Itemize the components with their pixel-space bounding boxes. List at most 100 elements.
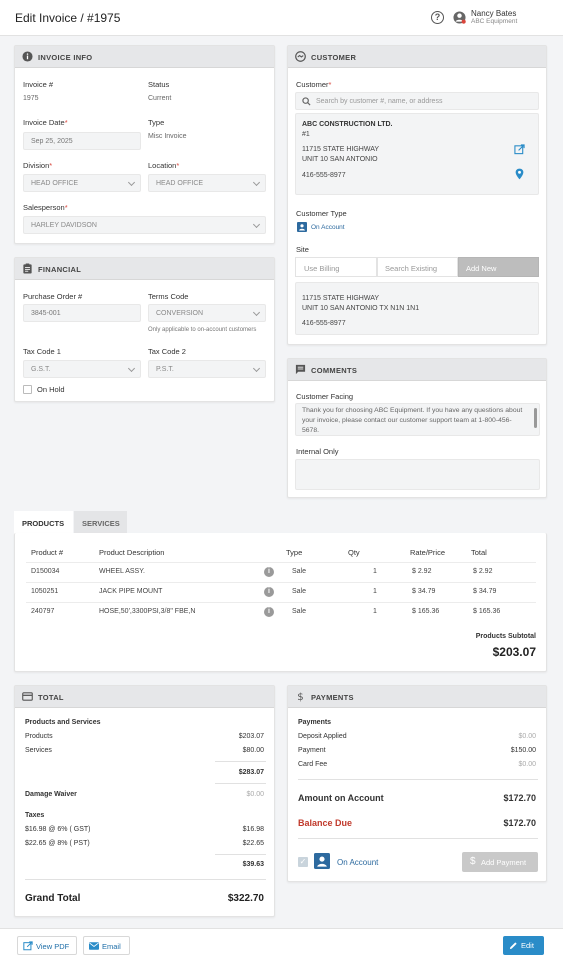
comments-title: COMMENTS <box>311 366 358 375</box>
site-tab-use-billing[interactable]: Use Billing <box>295 257 377 277</box>
customer-header: CUSTOMER <box>288 46 546 68</box>
customer-address1: 11715 STATE HIGHWAY <box>302 146 380 153</box>
products-subtotal-value: $203.07 <box>492 645 536 659</box>
edit-button[interactable]: Edit <box>503 936 544 955</box>
customer-search-input[interactable]: Search by customer #, name, or address <box>295 92 539 110</box>
add-payment-button[interactable]: $ Add Payment <box>462 852 538 872</box>
invoice-date-input[interactable]: Sep 25, 2025 <box>23 132 141 150</box>
internal-only-textarea[interactable] <box>295 459 540 490</box>
cell-total: $ 2.92 <box>473 568 493 575</box>
tax1-select[interactable]: G.S.T. <box>23 360 141 378</box>
internal-only-label: Internal Only <box>296 447 339 456</box>
map-pin-icon[interactable] <box>515 168 524 180</box>
email-button[interactable]: Email <box>83 936 130 955</box>
card-fee-label: Card Fee <box>298 761 328 768</box>
division-select[interactable]: HEAD OFFICE <box>23 174 141 192</box>
help-icon[interactable]: ? <box>431 11 444 24</box>
divider <box>298 838 538 839</box>
tab-services[interactable]: SERVICES <box>74 511 127 534</box>
po-input[interactable]: 3845-001 <box>23 304 141 322</box>
customer-type-label: Customer Type <box>296 209 347 218</box>
cell-product-number: 240797 <box>31 608 55 615</box>
user-name[interactable]: Nancy Bates <box>471 9 516 18</box>
invoice-info-title: INVOICE INFO <box>38 53 93 62</box>
col-total: Total <box>471 548 487 557</box>
col-rate-price: Rate/Price <box>410 548 446 557</box>
dollar-icon: $ <box>470 856 476 867</box>
taxes-label: Taxes <box>25 812 45 819</box>
handshake-icon <box>295 51 306 62</box>
textarea-scrollbar[interactable] <box>534 408 537 428</box>
tab-products[interactable]: PRODUCTS <box>14 511 73 534</box>
amount-on-account-value: $172.70 <box>503 793 536 803</box>
location-select[interactable]: HEAD OFFICE <box>148 174 266 192</box>
pencil-icon <box>509 942 517 950</box>
cell-qty: 1 <box>373 588 377 595</box>
on-account-label: On Account <box>337 858 379 867</box>
view-pdf-button[interactable]: View PDF <box>17 936 77 955</box>
tax-total: $39.63 <box>242 861 264 868</box>
tax1-line-value: $16.98 <box>242 826 264 833</box>
tax2-label: Tax Code 2 <box>148 347 186 356</box>
chevron-down-icon <box>127 178 136 187</box>
divider <box>298 779 538 780</box>
on-account-checkbox[interactable]: ✓ <box>298 857 308 867</box>
payments-card: $ PAYMENTS Payments Deposit Applied $0.0… <box>287 685 547 882</box>
cell-description: HOSE,50',3300PSI,3/8" FBE,N <box>99 608 196 615</box>
divider <box>215 854 266 855</box>
customer-facing-textarea[interactable]: Thank you for choosing ABC Equipment. If… <box>295 403 540 436</box>
cell-total: $ 34.79 <box>473 588 497 595</box>
comments-card: COMMENTS Customer Facing Thank you for c… <box>287 358 547 498</box>
tax1-label: Tax Code 1 <box>23 347 61 356</box>
credit-card-icon <box>22 692 33 701</box>
total-title: TOTAL <box>38 693 64 702</box>
info-icon[interactable]: i <box>264 607 274 617</box>
col-product-description: Product Description <box>99 548 165 557</box>
customer-name: ABC CONSTRUCTION LTD. <box>302 121 393 128</box>
site-tab-search-existing[interactable]: Search Existing <box>377 257 458 277</box>
table-divider <box>26 562 536 563</box>
customer-phone: 416-555-8977 <box>302 172 346 179</box>
col-product-number: Product # <box>31 548 64 557</box>
divider <box>215 783 266 784</box>
chevron-down-icon <box>127 364 136 373</box>
info-icon[interactable]: i <box>264 567 274 577</box>
grand-total-label: Grand Total <box>25 893 81 904</box>
products-label: Products <box>25 733 53 740</box>
chevron-down-icon <box>252 220 261 229</box>
amount-on-account-label: Amount on Account <box>298 793 384 803</box>
po-label: Purchase Order # <box>23 292 83 301</box>
customer-address2: UNIT 10 SAN ANTONIO <box>302 156 378 163</box>
damage-waiver-value: $0.00 <box>246 791 264 798</box>
info-icon[interactable]: i <box>264 587 274 597</box>
divider <box>25 879 266 880</box>
chevron-down-icon <box>252 178 261 187</box>
cell-rate: $ 34.79 <box>412 588 436 595</box>
user-avatar-icon[interactable] <box>453 11 466 24</box>
tax2-line-value: $22.65 <box>242 840 264 847</box>
deposit-applied-value: $0.00 <box>518 733 536 740</box>
terms-select[interactable]: CONVERSION <box>148 304 266 322</box>
cell-type: Sale <box>292 588 307 595</box>
cell-description: WHEEL ASSY. <box>99 568 145 575</box>
services-value: $80.00 <box>242 747 264 754</box>
site-tab-add-new[interactable]: Add New <box>458 257 539 277</box>
total-card: TOTAL Products and Services Products $20… <box>14 685 275 917</box>
tax2-select[interactable]: P.S.T. <box>148 360 266 378</box>
services-label: Services <box>25 747 52 754</box>
salesperson-select[interactable]: HARLEY DAVIDSON <box>23 216 266 234</box>
salesperson-label: Salesperson* <box>23 203 68 212</box>
site-address2: UNIT 10 SAN ANTONIO TX N1N 1N1 <box>302 305 420 312</box>
payments-header: $ PAYMENTS <box>288 686 546 708</box>
external-link-icon[interactable] <box>514 144 525 155</box>
invoice-date-label: Invoice Date* <box>23 118 68 127</box>
on-hold-checkbox[interactable] <box>23 385 32 394</box>
terms-note: Only applicable to on-account customers <box>148 327 257 333</box>
comments-header: COMMENTS <box>288 359 546 381</box>
account-badge-icon <box>297 222 307 232</box>
grand-total-value: $322.70 <box>227 893 264 904</box>
products-card: Product # Product Description Type Qty R… <box>14 533 547 672</box>
chevron-down-icon <box>252 364 261 373</box>
info-icon <box>22 51 33 62</box>
type-label: Type <box>148 118 165 127</box>
